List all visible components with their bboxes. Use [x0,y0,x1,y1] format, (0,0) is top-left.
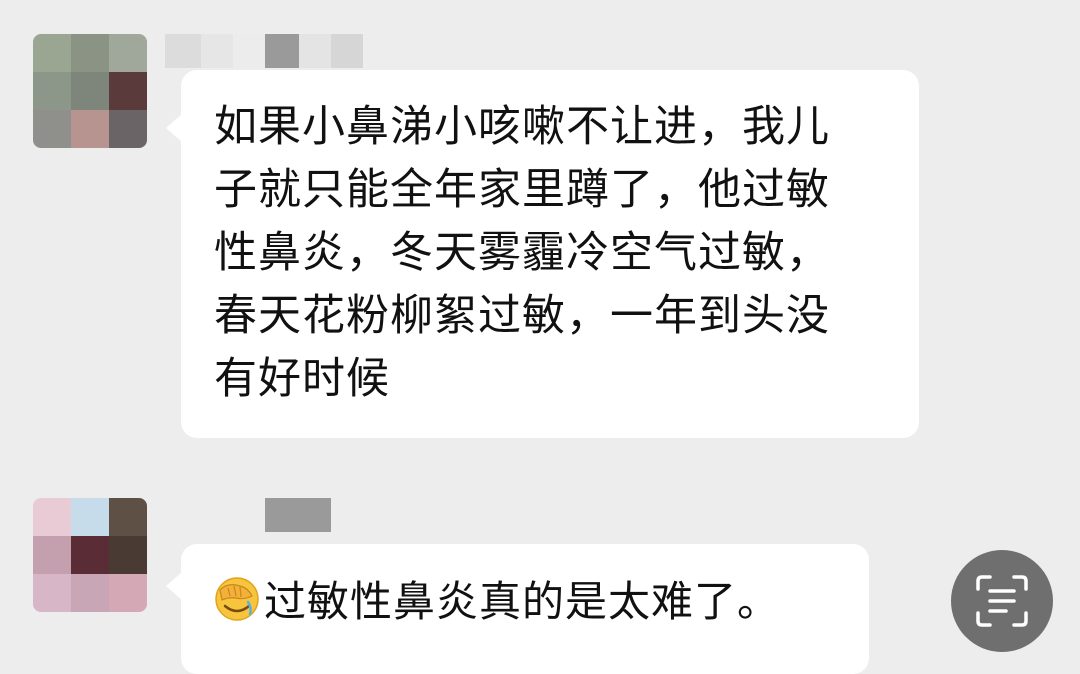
message-bubble[interactable]: 过敏性鼻炎真的是太难了。 [166,544,869,674]
scan-text-button[interactable] [951,550,1053,652]
message-text-line: 子就只能全年家里蹲了，他过敏 [214,165,830,215]
message-text-line: 春天花粉柳絮过敏，一年到头没 [214,291,830,341]
message-bubble[interactable]: 如果小鼻涕小咳嗽不让进，我儿 子就只能全年家里蹲了，他过敏 性鼻炎，冬天雾霾冷空… [166,70,919,438]
face-with-hand-over-eyes-emoji [215,577,259,621]
sender-name-blurred [265,498,331,532]
avatar[interactable] [33,34,147,148]
message-text-line: 有好时候 [214,354,390,404]
avatar[interactable] [33,498,147,612]
sender-name-blurred [165,34,363,68]
message-text-line: 性鼻炎，冬天雾霾冷空气过敏， [214,228,830,278]
message-text: 过敏性鼻炎真的是太难了。 [264,577,781,626]
message-text-line: 如果小鼻涕小咳嗽不让进，我儿 [214,102,830,152]
scan-text-icon [976,575,1028,627]
message-text-line: 过敏性鼻炎真的是太难了。 [214,570,849,633]
